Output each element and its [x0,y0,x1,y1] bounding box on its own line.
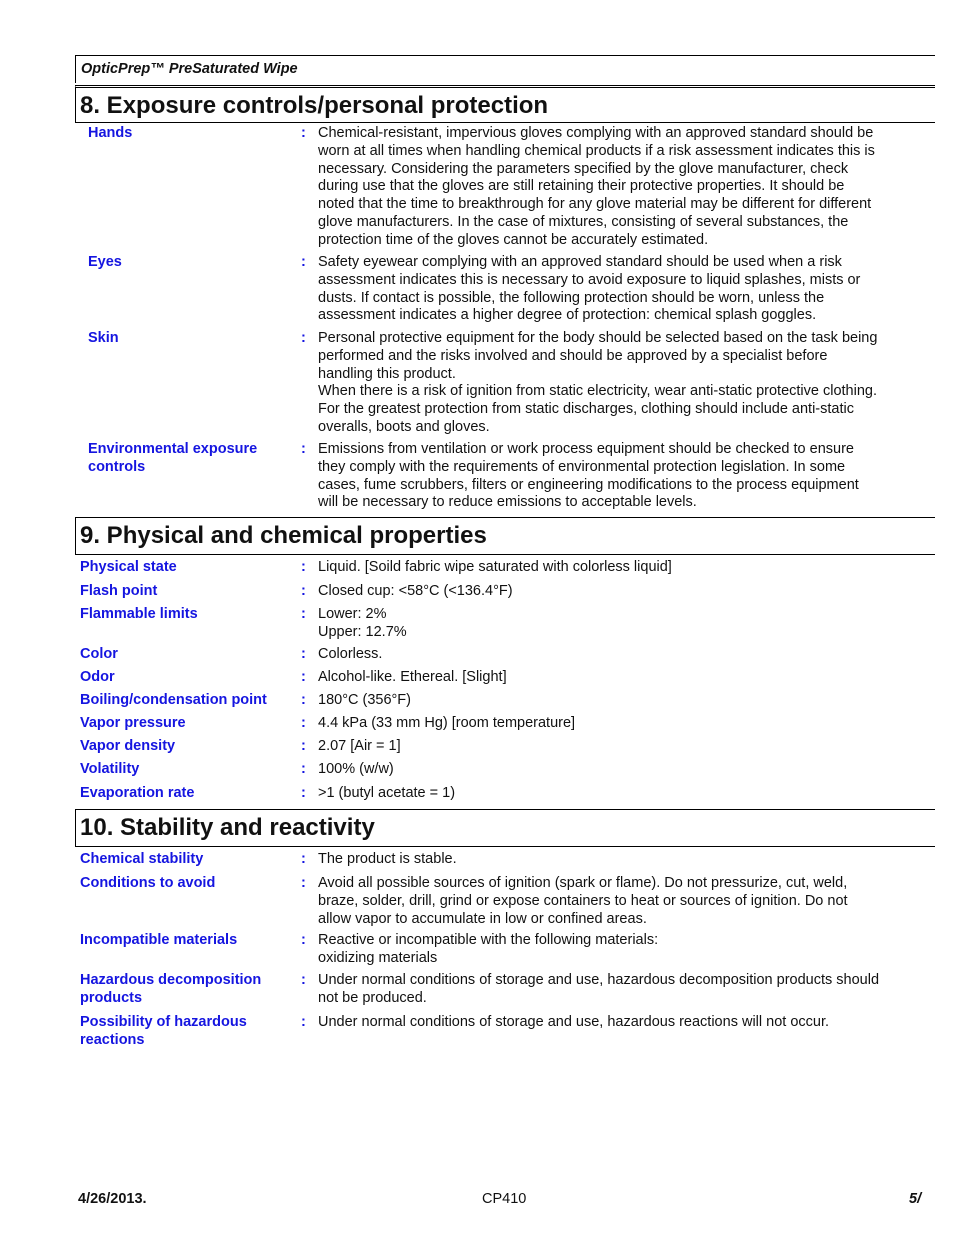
separator: : [301,715,306,731]
section-title: 9. Physical and chemical properties [80,522,487,549]
section-9-header: 9. Physical and chemical properties [75,517,935,555]
property-value: Closed cup: <58°C (<136.4°F) [318,583,513,599]
separator: : [301,559,306,575]
separator: : [301,1014,306,1030]
property-label: Flammable limits [80,606,198,622]
property-label: Environmental exposure controls [88,441,258,475]
property-value: Liquid. [Soild fabric wipe saturated wit… [318,559,672,575]
separator: : [301,646,306,662]
separator: : [301,851,306,867]
property-value: Lower: 2% Upper: 12.7% [318,606,407,640]
property-value: 180°C (356°F) [318,692,411,708]
property-label: Evaporation rate [80,785,195,801]
separator: : [301,125,306,141]
property-label: Hands [88,125,133,141]
property-label: Physical state [80,559,177,575]
property-value: Alcohol-like. Ethereal. [Slight] [318,669,507,685]
property-value: 4.4 kPa (33 mm Hg) [room temperature] [318,715,576,731]
footer-page-number: 5/ [909,1191,922,1207]
separator: : [301,972,306,988]
property-value: Colorless. [318,646,383,662]
property-label: Vapor density [80,738,176,754]
separator: : [301,692,306,708]
product-header: OpticPrep™ PreSaturated Wipe [75,55,935,83]
section-10-header: 10. Stability and reactivity [75,809,935,847]
property-label: Odor [80,669,115,685]
property-value: Reactive or incompatible with the follow… [318,932,659,966]
property-value: The product is stable. [318,851,457,867]
property-value: >1 (butyl acetate = 1) [318,785,456,801]
property-label: Incompatible materials [80,932,238,948]
property-label: Possibility of hazardous reactions [80,1014,247,1048]
separator: : [301,669,306,685]
property-value: Emissions from ventilation or work proce… [318,441,859,511]
property-label: Conditions to avoid [80,875,216,891]
section-8-header: 8. Exposure controls/personal protection [75,85,935,123]
property-value: Avoid all possible sources of ignition (… [318,875,848,927]
property-label: Boiling/condensation point [80,692,267,708]
property-label: Eyes [88,254,122,270]
property-value: Under normal conditions of storage and u… [318,1014,830,1030]
property-value: Chemical-resistant, impervious gloves co… [318,125,875,248]
property-label: Hazardous decomposition products [80,972,262,1006]
section-title: 10. Stability and reactivity [80,814,375,841]
property-value: Safety eyewear complying with an approve… [318,254,861,324]
section-title: 8. Exposure controls/personal protection [80,92,549,119]
separator: : [301,761,306,777]
separator: : [301,932,306,948]
property-label: Color [80,646,118,662]
separator: : [301,441,306,457]
separator: : [301,330,306,346]
footer-document-code: CP410 [482,1191,527,1207]
property-label: Skin [88,330,119,346]
footer-date: 4/26/2013. [78,1191,147,1207]
separator: : [301,606,306,622]
property-value: 2.07 [Air = 1] [318,738,401,754]
separator: : [301,583,306,599]
property-label: Chemical stability [80,851,204,867]
property-label: Vapor pressure [80,715,186,731]
property-label: Volatility [80,761,140,777]
separator: : [301,875,306,891]
property-value: Personal protective equipment for the bo… [318,330,878,435]
product-name: OpticPrep™ PreSaturated Wipe [81,61,298,77]
separator: : [301,254,306,270]
property-label: Flash point [80,583,158,599]
separator: : [301,738,306,754]
property-value: 100% (w/w) [318,761,394,777]
separator: : [301,785,306,801]
property-value: Under normal conditions of storage and u… [318,972,880,1006]
